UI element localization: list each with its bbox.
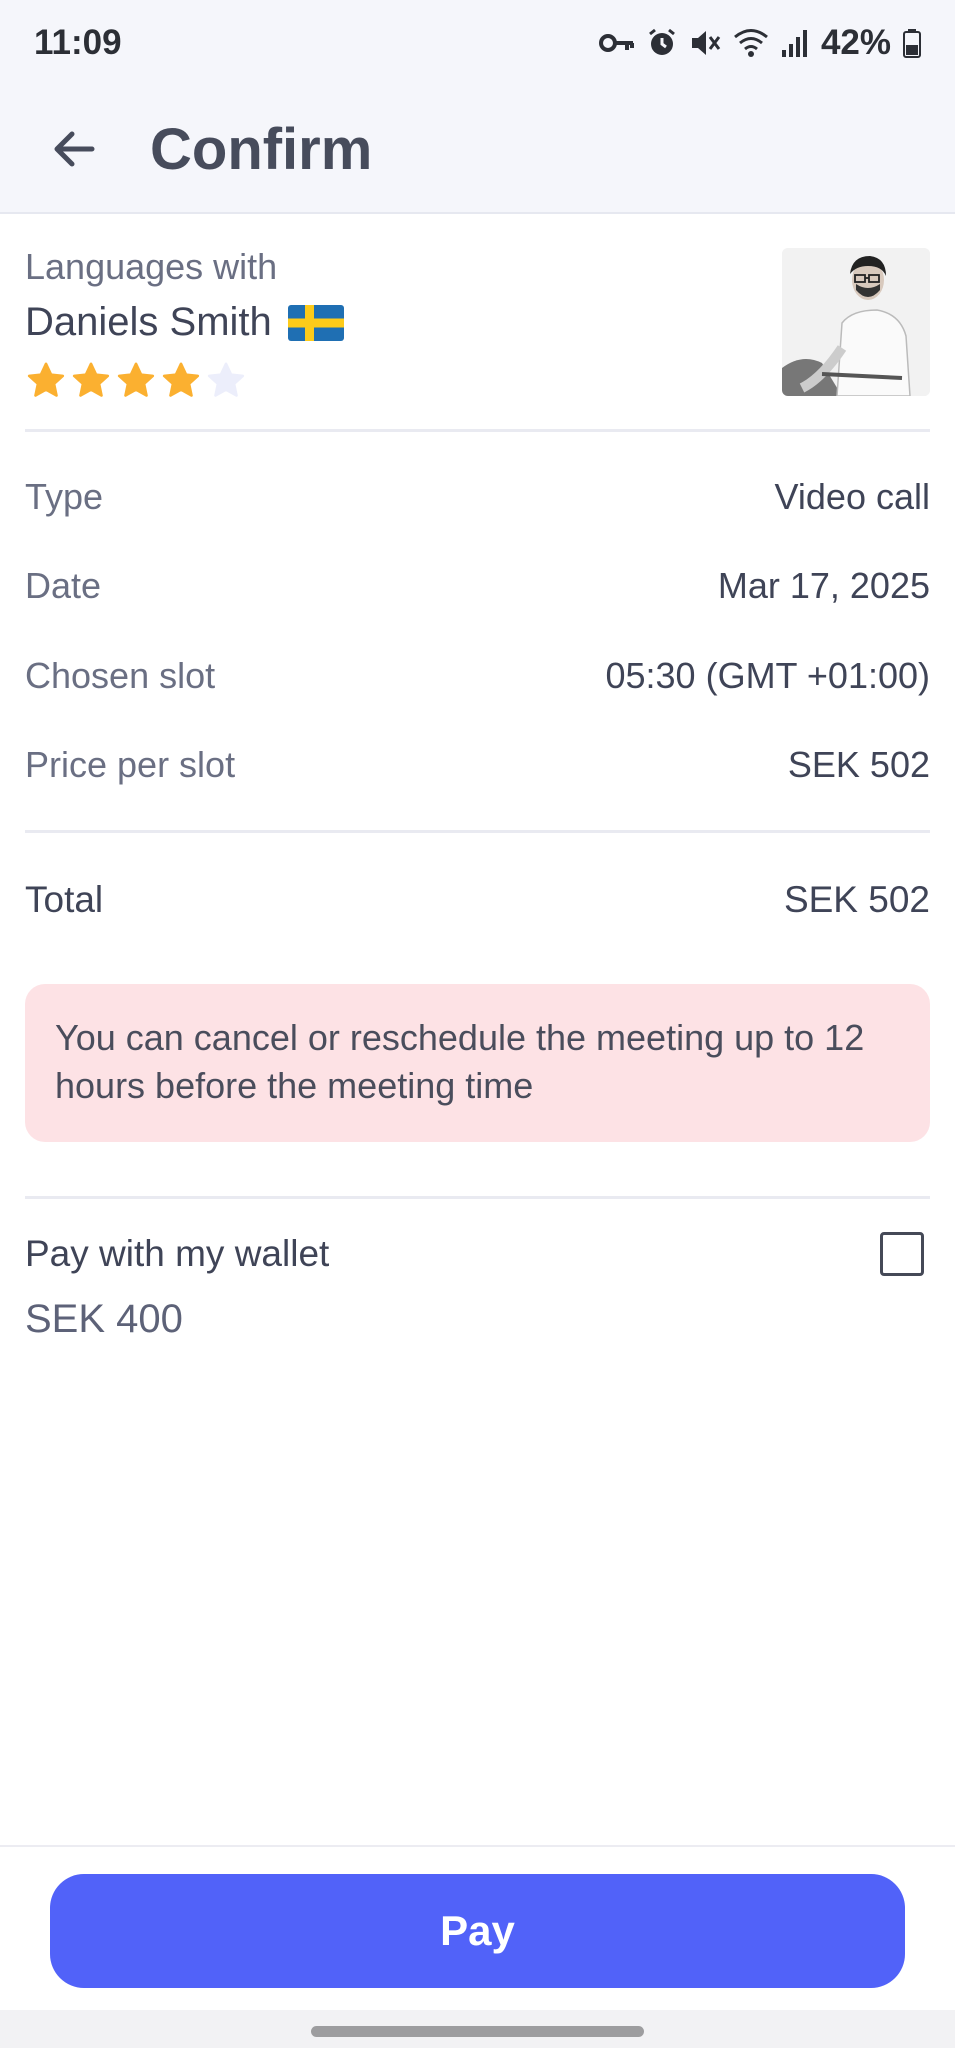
detail-label: Date — [25, 565, 102, 607]
bottom-action-bar: Pay — [0, 1845, 955, 2010]
star-filled-icon — [27, 362, 65, 397]
detail-value: Mar 17, 2025 — [717, 565, 930, 607]
status-time: 11:09 — [34, 23, 122, 62]
detail-row-type: Type Video call — [25, 452, 930, 542]
detail-row-date: Date Mar 17, 2025 — [25, 542, 930, 632]
app-bar: Confirm — [0, 86, 955, 214]
tutor-card: Languages with Daniels Smith — [25, 214, 930, 432]
detail-row-price: Price per slot SEK 502 — [25, 721, 930, 811]
system-nav-bar — [0, 2010, 955, 2048]
sweden-flag-icon — [287, 304, 344, 341]
detail-label: Type — [25, 475, 104, 517]
mute-icon — [691, 31, 721, 55]
wallet-label: Pay with my wallet — [25, 1233, 330, 1274]
page-title: Confirm — [150, 116, 373, 182]
back-button[interactable] — [34, 109, 114, 189]
detail-row-slot: Chosen slot 05:30 (GMT +01:00) — [25, 631, 930, 721]
signal-icon — [781, 30, 807, 57]
star-filled-icon — [162, 362, 200, 397]
tutor-name: Daniels Smith — [25, 300, 272, 344]
home-gesture-handle[interactable] — [311, 2026, 644, 2037]
arrow-left-icon — [54, 131, 95, 167]
star-filled-icon — [117, 362, 155, 397]
wifi-icon — [733, 29, 768, 57]
detail-value: Video call — [774, 475, 930, 517]
vpn-key-icon — [598, 34, 634, 52]
wallet-checkbox[interactable] — [880, 1232, 924, 1276]
pay-button[interactable]: Pay — [50, 1874, 905, 1988]
status-icons: 42% — [598, 23, 921, 63]
tutor-name-row: Daniels Smith — [25, 300, 344, 345]
total-row: Total SEK 502 — [25, 833, 930, 967]
detail-label: Chosen slot — [25, 654, 216, 696]
tutor-subtitle: Languages with — [25, 246, 278, 287]
star-filled-icon — [72, 362, 110, 397]
alarm-icon — [649, 28, 675, 55]
detail-value: SEK 502 — [787, 744, 930, 786]
total-label: Total — [25, 879, 104, 920]
detail-label: Price per slot — [25, 744, 236, 786]
confirm-content: Languages with Daniels Smith Type Video … — [25, 214, 930, 1356]
wallet-section: Pay with my wallet SEK 400 — [25, 1196, 930, 1356]
cancellation-notice: You can cancel or reschedule the meeting… — [25, 984, 930, 1142]
status-bar: 11:09 42% — [0, 0, 955, 86]
detail-value: 05:30 (GMT +01:00) — [605, 654, 930, 696]
star-empty-icon — [207, 362, 245, 397]
wallet-balance: SEK 400 — [25, 1297, 183, 1341]
battery-icon — [903, 29, 921, 58]
total-value: SEK 502 — [783, 879, 930, 920]
booking-details: Type Video call Date Mar 17, 2025 Chosen… — [25, 432, 930, 833]
battery-percentage: 42% — [820, 23, 891, 62]
tutor-avatar — [782, 248, 930, 396]
rating-stars — [25, 360, 247, 402]
